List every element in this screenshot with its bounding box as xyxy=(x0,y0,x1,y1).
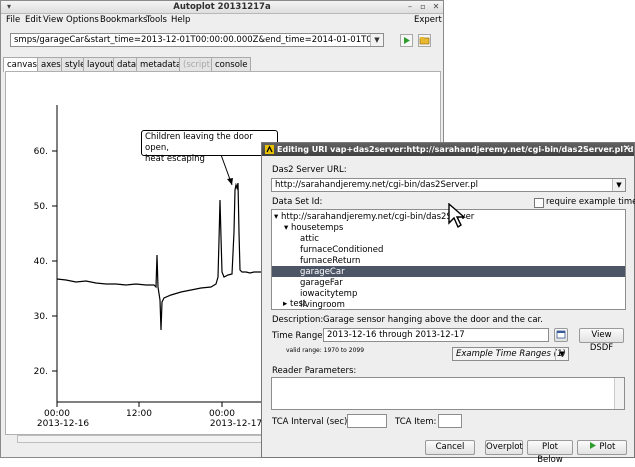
menu-tools[interactable]: Tools xyxy=(146,13,167,27)
example-ranges-combo[interactable]: Example Time Ranges (1) ▼ xyxy=(452,347,569,361)
mouse-pointer-icon xyxy=(448,203,466,229)
tree-item-livingroom[interactable]: livingroom xyxy=(300,300,345,309)
require-example-label: require example time xyxy=(546,197,635,207)
annotation-arrowhead xyxy=(227,178,233,185)
tab-canvas[interactable]: canvas xyxy=(3,57,41,72)
menu-help[interactable]: Help xyxy=(171,13,190,27)
play-icon xyxy=(589,442,596,449)
chevron-down-icon[interactable]: ▼ xyxy=(612,179,625,191)
time-range-input[interactable]: 2013-12-16 through 2013-12-17 xyxy=(323,328,549,342)
plot-below-button[interactable]: Plot Below xyxy=(527,440,573,465)
overplot-button[interactable]: Overplot xyxy=(485,440,523,455)
reader-params-input[interactable] xyxy=(271,377,625,410)
maximize-icon[interactable]: ▫ xyxy=(418,2,428,12)
play-icon xyxy=(404,37,410,44)
x-tick-date: 2013-12-16 xyxy=(37,419,90,429)
tca-item-input[interactable] xyxy=(438,414,462,428)
go-button[interactable] xyxy=(400,34,413,47)
menu-bar: File Edit View Options Bookmarks Tools H… xyxy=(1,13,443,27)
tca-item-label: TCA Item: xyxy=(395,417,437,427)
tca-interval-input[interactable] xyxy=(347,414,387,428)
dialog-close-icon[interactable]: ✕ xyxy=(623,143,631,156)
annotation-line-2: heat escaping xyxy=(145,154,205,164)
cancel-button[interactable]: Cancel xyxy=(425,440,475,455)
tca-interval-label: TCA Interval (sec): xyxy=(272,417,351,427)
tree-item-iowacitytemp[interactable]: iowacitytemp xyxy=(300,289,357,299)
dialog-title: Editing URI vap+das2server:http://saraha… xyxy=(277,145,634,154)
close-icon[interactable]: ✕ xyxy=(431,2,441,12)
valid-range-note: valid range: 1970 to 2099 xyxy=(286,347,365,354)
x-tick-time: 12:00 xyxy=(126,409,152,419)
chevron-down-icon[interactable]: ▼ xyxy=(555,348,568,360)
server-url-value[interactable]: http://sarahandjeremy.net/cgi-bin/das2Se… xyxy=(275,180,478,190)
annotation-line-1: Children leaving the door open, xyxy=(145,132,253,153)
expand-icon[interactable]: ▾ xyxy=(284,223,288,233)
y-tick-label: 60. xyxy=(34,147,48,157)
dataset-id-label: Data Set Id: xyxy=(272,197,323,207)
plot-button-label: Plot xyxy=(599,442,616,452)
tab-console[interactable]: console xyxy=(211,57,252,71)
browse-button[interactable] xyxy=(418,34,431,47)
plot-annotation[interactable]: Children leaving the door open, heat esc… xyxy=(141,130,278,164)
tree-folder-test[interactable]: ▸ test xyxy=(283,299,306,309)
minimize-icon[interactable]: – xyxy=(405,2,415,12)
y-tick-label: 30. xyxy=(34,312,48,322)
time-range-value[interactable]: 2013-12-16 through 2013-12-17 xyxy=(327,330,465,340)
edit-uri-dialog: Editing URI vap+das2server:http://saraha… xyxy=(261,142,635,465)
time-range-label: Time Range: xyxy=(272,331,326,341)
x-tick-time: 00:00 xyxy=(209,409,235,419)
tree-item-furnaceconditioned[interactable]: furnaceConditioned xyxy=(300,245,383,255)
menu-file[interactable]: File xyxy=(6,13,20,27)
tree-folder[interactable]: ▾ housetemps xyxy=(284,223,343,233)
x-tick-date: 2013-12-17 xyxy=(210,419,262,429)
x-ticks xyxy=(56,402,223,407)
autoplot-logo-icon xyxy=(265,145,274,154)
tree-folder-label: housetemps xyxy=(290,223,344,233)
uri-text[interactable]: smps/garageCar&start_time=2013-12-01T00:… xyxy=(14,34,372,46)
description-text: Garage sensor hanging above the door and… xyxy=(323,315,543,325)
chevron-down-icon[interactable]: ▼ xyxy=(370,34,383,46)
tree-folder-test-label: test xyxy=(289,299,307,309)
y-tick-label: 40. xyxy=(34,257,48,267)
tree-item-attic[interactable]: attic xyxy=(300,234,319,244)
require-example-checkbox[interactable] xyxy=(534,198,544,208)
expand-icon[interactable]: ▾ xyxy=(274,212,278,222)
calendar-icon xyxy=(556,330,566,339)
reader-params-label: Reader Parameters: xyxy=(272,366,357,376)
example-ranges-value[interactable]: Example Time Ranges (1) xyxy=(456,349,566,359)
server-url-label: Das2 Server URL: xyxy=(272,165,347,175)
vertical-scrollbar[interactable] xyxy=(614,378,624,409)
y-tick-label: 50. xyxy=(34,202,48,212)
folder-icon xyxy=(419,37,430,45)
menu-view[interactable]: View xyxy=(43,13,63,27)
menu-bookmarks[interactable]: Bookmarks xyxy=(100,13,148,27)
x-tick-time: 00:00 xyxy=(44,409,70,419)
y-ticks xyxy=(52,150,57,372)
collapsed-icon[interactable]: ▸ xyxy=(283,299,287,309)
tree-root[interactable]: ▾ http://sarahandjeremy.net/cgi-bin/das2… xyxy=(274,212,474,222)
tab-metadata[interactable]: metadata xyxy=(136,57,186,71)
description-label: Description: xyxy=(272,315,324,325)
tree-item-furnacereturn[interactable]: furnaceReturn xyxy=(300,256,360,266)
tree-item-garagecar[interactable]: garageCar xyxy=(300,267,345,277)
tree-root-label: http://sarahandjeremy.net/cgi-bin/das2Se… xyxy=(280,212,475,222)
y-tick-label: 20. xyxy=(34,367,48,377)
menu-options[interactable]: Options xyxy=(66,13,99,27)
tree-item-garagefar[interactable]: garageFar xyxy=(300,278,343,288)
menu-edit[interactable]: Edit xyxy=(25,13,41,27)
temperature-trace xyxy=(56,182,275,331)
expert-menu[interactable]: Expert xyxy=(414,13,442,27)
uri-combo[interactable]: smps/garageCar&start_time=2013-12-01T00:… xyxy=(10,33,384,47)
server-url-combo[interactable]: http://sarahandjeremy.net/cgi-bin/das2Se… xyxy=(271,178,626,192)
calendar-button[interactable] xyxy=(554,328,568,342)
plot-button[interactable]: Plot xyxy=(577,440,627,455)
window-menu-icon[interactable]: ▾ xyxy=(4,2,14,12)
dialog-title-bar: Editing URI vap+das2server:http://saraha… xyxy=(262,143,634,156)
view-dsdf-button[interactable]: View DSDF xyxy=(579,328,624,353)
